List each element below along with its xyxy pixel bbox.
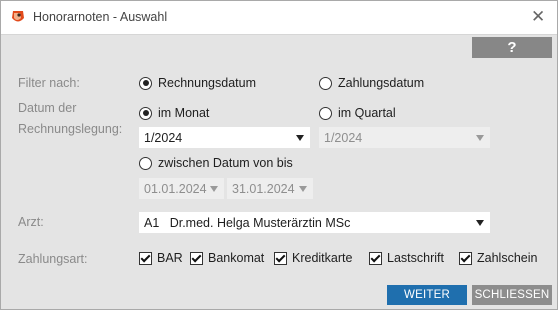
- checkbox-kreditkarte[interactable]: Kreditkarte: [274, 251, 352, 265]
- checkbox[interactable]: [459, 251, 472, 265]
- date-label-line2: Rechnungslegung:: [18, 122, 123, 136]
- checkbox[interactable]: [190, 251, 203, 265]
- chevron-down-icon: [476, 219, 484, 226]
- next-button[interactable]: WEITER: [387, 285, 467, 305]
- chevron-down-icon: [210, 185, 218, 192]
- radio-button[interactable]: [139, 106, 152, 120]
- doctor-select[interactable]: A1 Dr.med. Helga Musterärztin MSc: [139, 212, 490, 233]
- doctor-select-value: A1 Dr.med. Helga Musterärztin MSc: [144, 215, 351, 230]
- month-select-value: 1/2024: [144, 130, 183, 145]
- radio-payment-date-label: Zahlungsdatum: [338, 76, 425, 90]
- checkbox-lastschrift[interactable]: Lastschrift: [369, 251, 444, 265]
- date-to-picker[interactable]: 31.01.2024: [227, 178, 313, 199]
- close-button[interactable]: SCHLIESSEN: [472, 285, 552, 305]
- checkbox-lastschrift-label: Lastschrift: [387, 251, 444, 265]
- doctor-label: Arzt:: [18, 215, 44, 229]
- title-bar: Honorarnoten - Auswahl ✕: [1, 1, 557, 35]
- radio-button[interactable]: [319, 76, 332, 90]
- checkbox-bankomat[interactable]: Bankomat: [190, 251, 264, 265]
- radio-button[interactable]: [319, 106, 332, 120]
- radio-button[interactable]: [139, 156, 152, 170]
- checkbox[interactable]: [139, 251, 152, 265]
- radio-button[interactable]: [139, 76, 152, 90]
- date-to-value: 31.01.2024: [232, 181, 295, 196]
- filter-label: Filter nach:: [18, 76, 80, 90]
- checkbox-bar[interactable]: BAR: [139, 251, 183, 265]
- radio-date-range-label: zwischen Datum von bis: [158, 156, 293, 170]
- quarter-select[interactable]: 1/2024: [319, 127, 490, 148]
- chevron-down-icon: [476, 134, 484, 141]
- dialog-window: Honorarnoten - Auswahl ✕ ? Filter nach: …: [0, 0, 558, 310]
- checkbox-bar-label: BAR: [157, 251, 183, 265]
- radio-payment-date[interactable]: Zahlungsdatum: [319, 76, 424, 90]
- radio-invoice-date-label: Rechnungsdatum: [158, 76, 256, 90]
- date-from-value: 01.01.2024: [144, 181, 207, 196]
- chevron-down-icon: [296, 134, 304, 141]
- radio-quarter[interactable]: im Quartal: [319, 106, 396, 120]
- checkbox-bankomat-label: Bankomat: [208, 251, 265, 265]
- date-from-picker[interactable]: 01.01.2024: [139, 178, 224, 199]
- checkbox-zahlschein-label: Zahlschein: [477, 251, 538, 265]
- checkbox[interactable]: [274, 251, 287, 265]
- chevron-down-icon: [299, 185, 307, 192]
- date-label-line1: Datum der: [18, 101, 77, 115]
- radio-invoice-date[interactable]: Rechnungsdatum: [139, 76, 256, 90]
- window-title: Honorarnoten - Auswahl: [33, 10, 168, 24]
- radio-month-label: im Monat: [158, 106, 210, 120]
- radio-month[interactable]: im Monat: [139, 106, 209, 120]
- month-select[interactable]: 1/2024: [139, 127, 310, 148]
- checkbox-kreditkarte-label: Kreditkarte: [292, 251, 353, 265]
- checkbox-zahlschein[interactable]: Zahlschein: [459, 251, 537, 265]
- quarter-select-value: 1/2024: [324, 130, 363, 145]
- radio-quarter-label: im Quartal: [338, 106, 396, 120]
- radio-date-range[interactable]: zwischen Datum von bis: [139, 156, 293, 170]
- checkbox[interactable]: [369, 251, 382, 265]
- payment-label: Zahlungsart:: [18, 252, 88, 266]
- close-icon[interactable]: ✕: [531, 7, 545, 27]
- app-logo-icon: [12, 11, 24, 22]
- help-button[interactable]: ?: [472, 37, 552, 58]
